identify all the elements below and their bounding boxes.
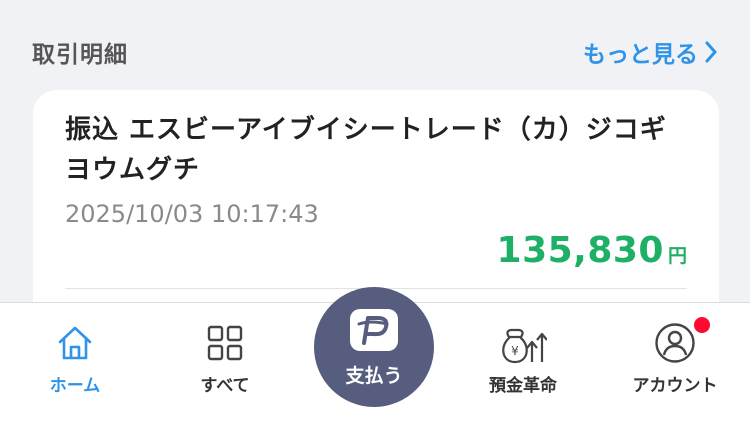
tab-all[interactable]: すべて [160,303,290,423]
tab-home-label: ホーム [49,376,101,396]
grid-icon [207,321,243,365]
see-more-link[interactable]: もっと見る [583,35,718,69]
amount-currency: 円 [667,245,687,267]
transactions-header: 取引明細 もっと見る [32,30,718,74]
tab-savings[interactable]: ¥ 預金革命 [458,303,588,423]
section-title: 取引明細 [32,42,128,68]
pay-button[interactable]: 支払う [314,287,434,407]
transaction-title: 振込 エスビーアイブイシートレード（カ）ジコギヨウムグチ [65,115,667,185]
tab-all-label: すべて [200,376,250,396]
svg-text:¥: ¥ [511,344,519,358]
tab-account[interactable]: アカウント [610,303,740,423]
home-icon [55,321,95,365]
account-icon [654,315,712,365]
amount-value: 135,830 [496,230,664,271]
notification-badge [692,315,712,335]
paypay-logo-icon [350,309,398,351]
transaction-amount: 135,830 円 [497,230,687,271]
pay-button-label: 支払う [345,365,403,387]
money-bag-growth-icon: ¥ [499,321,547,365]
tab-account-label: アカウント [632,376,718,396]
chevron-right-icon [705,41,717,63]
tab-home[interactable]: ホーム [10,303,140,423]
transaction-datetime: 2025/10/03 10:17:43 [65,200,319,228]
see-more-label: もっと見る [583,42,698,68]
tab-savings-label: 預金革命 [489,376,557,396]
